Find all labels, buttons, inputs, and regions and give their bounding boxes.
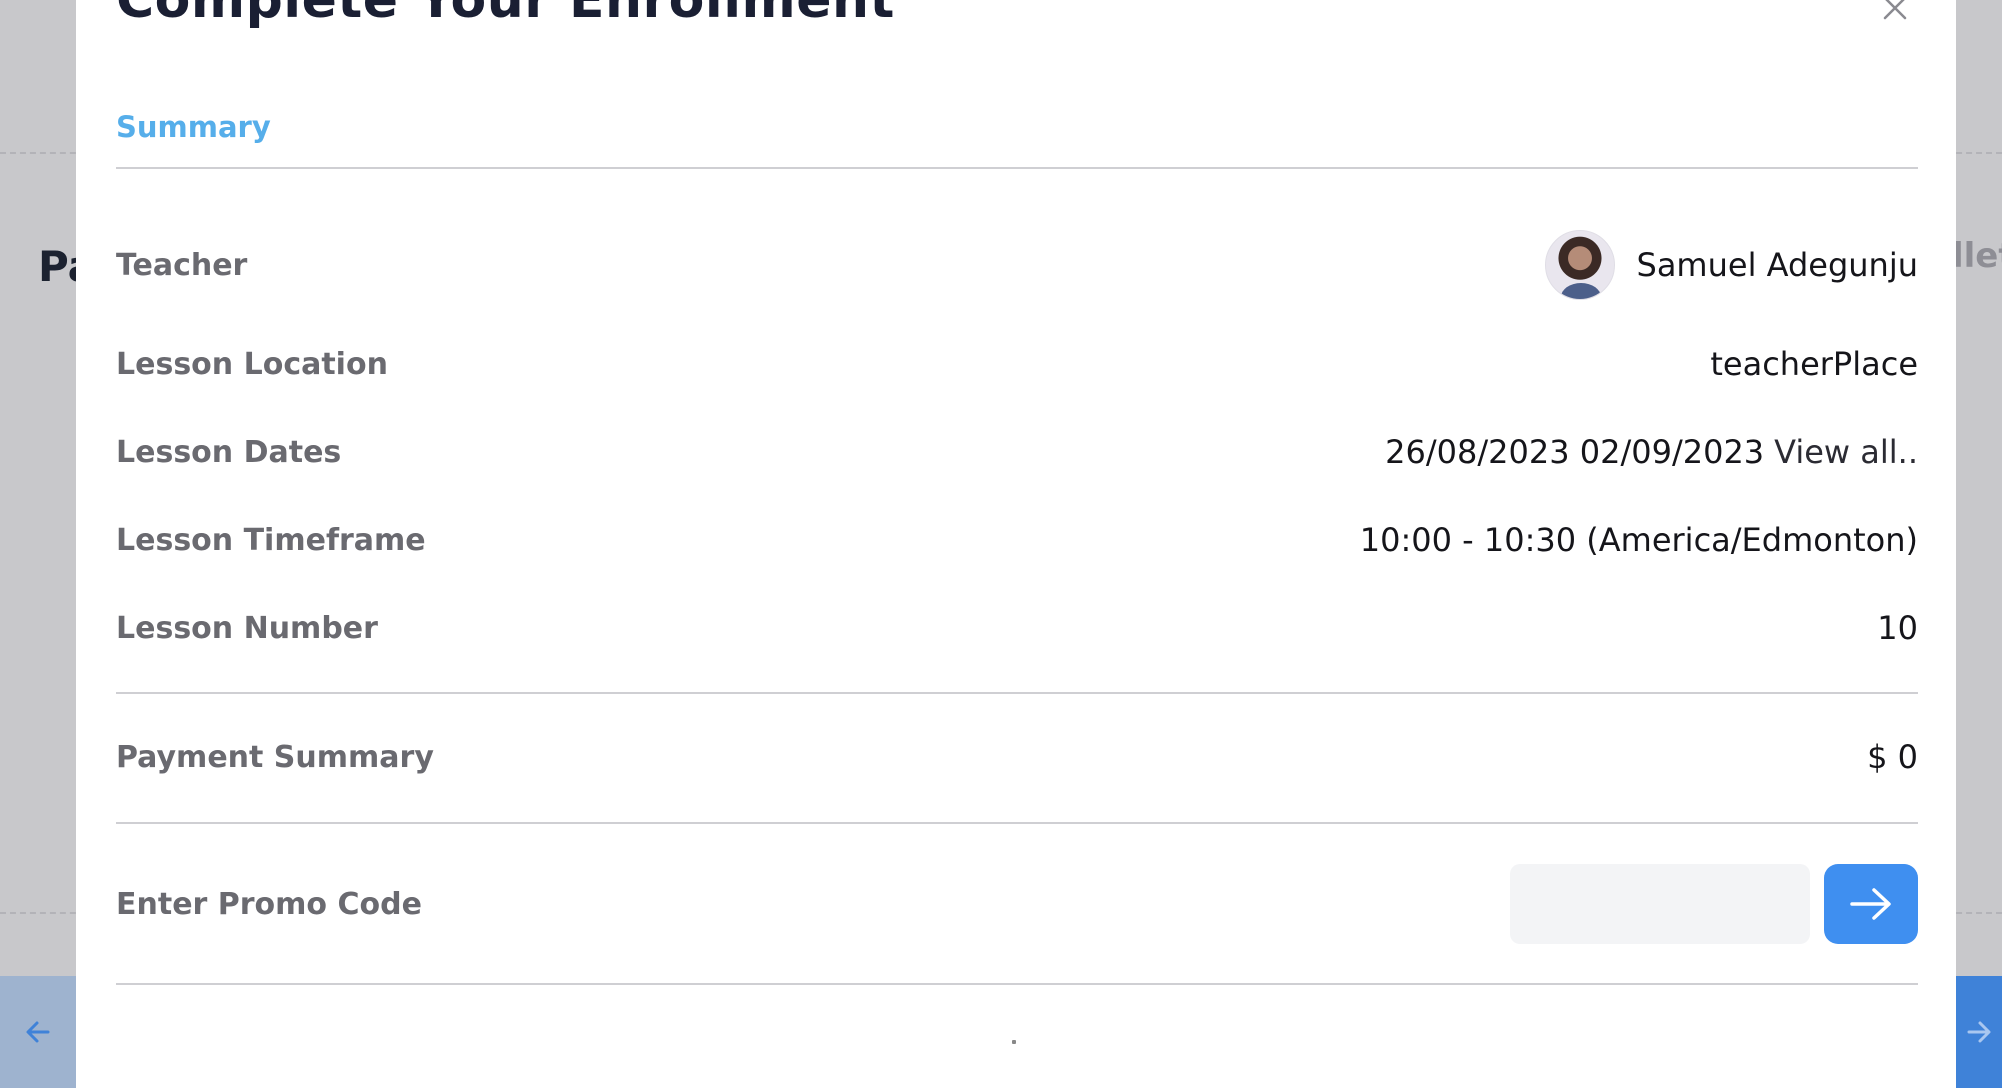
arrow-right-icon	[1850, 888, 1891, 920]
close-button[interactable]	[1882, 0, 1908, 22]
teacher-value-group: Samuel Adegunju	[1544, 230, 1919, 300]
lesson-location-label: Lesson Location	[116, 346, 388, 382]
lesson-dates-row: Lesson Dates 26/08/2023 02/09/2023 View …	[116, 430, 1918, 474]
payment-summary-value: $ 0	[1867, 738, 1918, 776]
lesson-number-label: Lesson Number	[116, 610, 378, 646]
enrollment-modal: Complete Your Enrollment Summary Teacher…	[76, 0, 1956, 1088]
section-divider	[116, 983, 1918, 985]
modal-title: Complete Your Enrollment	[116, 0, 895, 30]
avatar	[1544, 230, 1615, 300]
tab-divider	[116, 167, 1918, 169]
lesson-dates-value-group: 26/08/2023 02/09/2023 View all..	[1385, 433, 1918, 471]
apply-promo-button[interactable]	[1824, 864, 1918, 944]
lesson-timeframe-value: 10:00 - 10:30 (America/Edmonton)	[1359, 521, 1918, 559]
background-tab-label: llet	[1952, 236, 2002, 276]
arrow-right-icon	[1967, 1021, 1991, 1043]
teacher-row: Teacher Samuel Adegunju	[116, 229, 1918, 301]
lesson-number-value: 10	[1877, 609, 1918, 647]
promo-code-controls	[1510, 864, 1918, 944]
lesson-location-row: Lesson Location teacherPlace	[116, 342, 1918, 386]
teacher-label: Teacher	[116, 247, 248, 283]
payment-summary-label: Payment Summary	[116, 739, 434, 775]
teacher-name: Samuel Adegunju	[1636, 246, 1919, 284]
section-divider	[116, 692, 1918, 694]
promo-code-input[interactable]	[1510, 864, 1810, 944]
lesson-timeframe-label: Lesson Timeframe	[116, 522, 426, 558]
arrow-left-icon	[26, 1021, 50, 1043]
promo-code-label: Enter Promo Code	[116, 886, 422, 922]
promo-code-row: Enter Promo Code	[116, 864, 1918, 944]
tab-summary[interactable]: Summary	[116, 110, 271, 144]
lesson-dates-label: Lesson Dates	[116, 434, 342, 470]
loading-mark	[1012, 1040, 1016, 1044]
previous-button[interactable]	[0, 976, 76, 1088]
section-divider	[116, 822, 1918, 824]
lesson-dates-value: 26/08/2023 02/09/2023	[1385, 433, 1765, 471]
lesson-number-row: Lesson Number 10	[116, 606, 1918, 650]
next-button[interactable]	[1956, 976, 2002, 1088]
lesson-location-value: teacherPlace	[1710, 345, 1918, 383]
payment-summary-row: Payment Summary $ 0	[116, 735, 1918, 779]
close-icon	[1883, 0, 1907, 20]
lesson-timeframe-row: Lesson Timeframe 10:00 - 10:30 (America/…	[116, 518, 1918, 562]
view-all-dates-link[interactable]: View all..	[1774, 433, 1918, 471]
